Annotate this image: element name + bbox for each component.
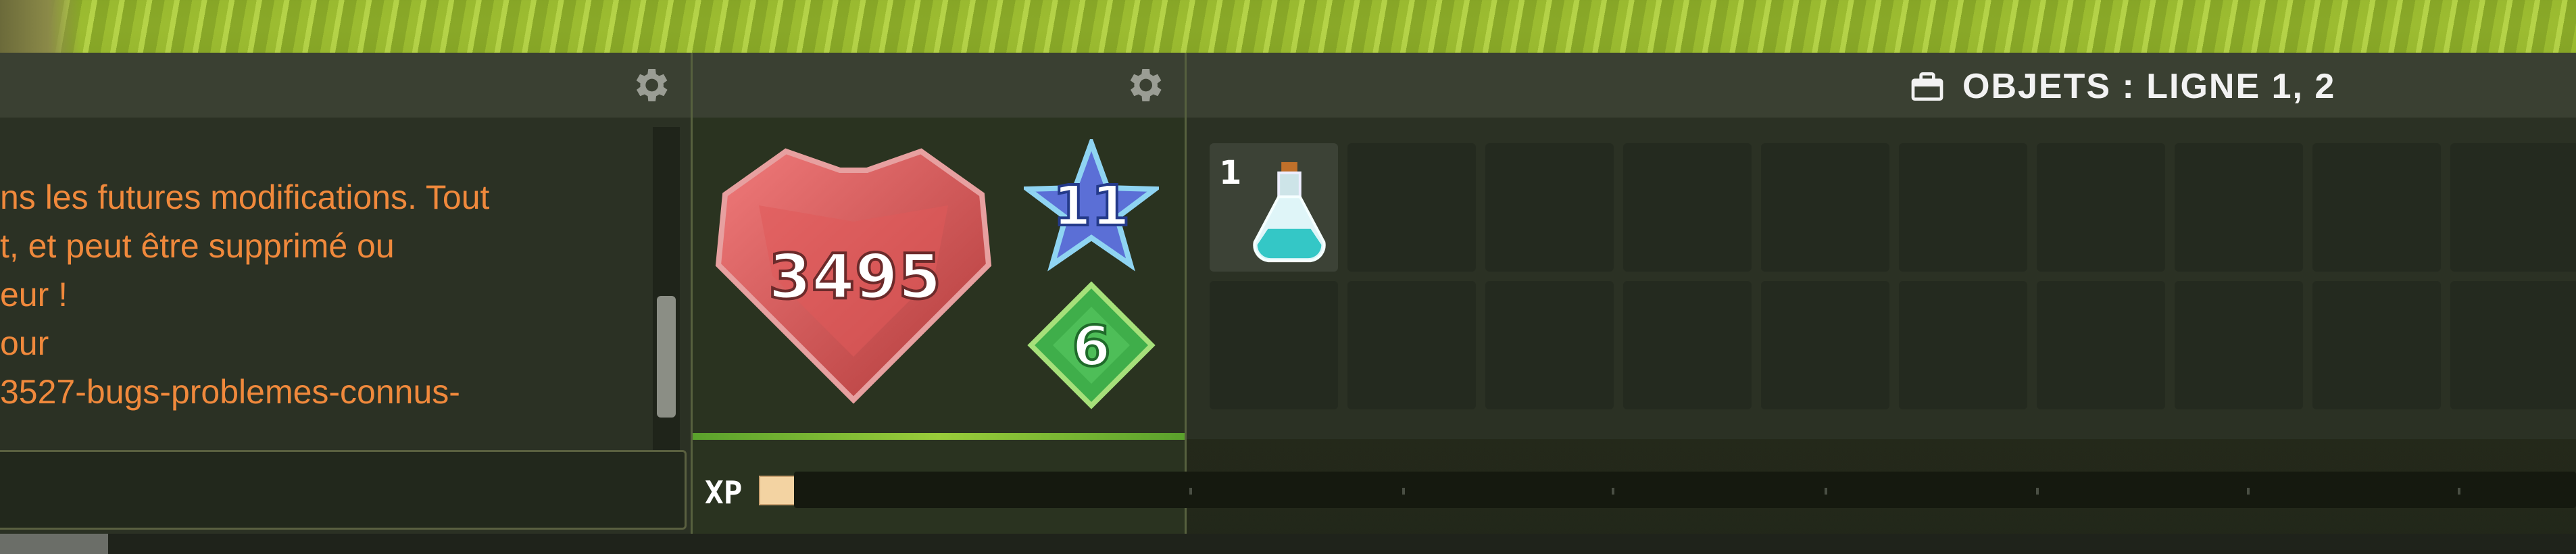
item-slot[interactable]: [1623, 281, 1752, 409]
chat-input[interactable]: [0, 450, 687, 530]
level-value: 11: [1051, 173, 1131, 240]
item-slot[interactable]: [2175, 143, 2303, 272]
items-panel: OBJETS : LIGNE 1, 2 1: [1187, 53, 2576, 439]
xp-label: XP: [705, 474, 743, 511]
bottom-strip: [0, 534, 2576, 554]
xp-tick: [1612, 488, 1614, 495]
game-world-background: [0, 0, 2576, 54]
item-count: 1: [1219, 154, 1242, 192]
item-slot-grid: 1: [1210, 143, 2576, 409]
xp-tick: [1825, 488, 1827, 495]
chat-link-line[interactable]: 3527-bugs-problemes-connus-: [0, 368, 649, 416]
items-title: OBJETS : LIGNE 1, 2: [1908, 67, 2336, 106]
item-slot[interactable]: [1210, 281, 1338, 409]
item-slot[interactable]: [2037, 281, 2165, 409]
chat-panel: ns les futures modifications. Tout t, et…: [0, 53, 693, 534]
item-slot[interactable]: [2450, 143, 2576, 272]
item-slot[interactable]: [2450, 281, 2576, 409]
chat-line: our: [0, 324, 49, 362]
xp-tick: [1402, 488, 1405, 495]
item-slot[interactable]: [1899, 143, 2027, 272]
item-slot[interactable]: [2312, 143, 2441, 272]
item-slot[interactable]: [2037, 143, 2165, 272]
xp-bar: XP: [693, 440, 2576, 534]
item-slot[interactable]: 1: [1210, 143, 1338, 272]
items-panel-header: OBJETS : LIGNE 1, 2: [1187, 53, 2576, 118]
gem-value: 6: [1070, 313, 1112, 380]
xp-tick: [1189, 488, 1192, 495]
item-slot[interactable]: [1347, 281, 1476, 409]
xp-tick: [2458, 488, 2460, 495]
item-slot[interactable]: [2312, 281, 2441, 409]
item-slot[interactable]: [1347, 143, 1476, 272]
potion-icon: [1253, 161, 1326, 263]
stats-health-bar: [693, 433, 1185, 440]
xp-tick: [2036, 488, 2039, 495]
stats-panel-header: [693, 53, 1185, 118]
item-slot[interactable]: [1485, 281, 1614, 409]
health-value: 3495: [767, 239, 943, 314]
gear-icon[interactable]: [1122, 64, 1166, 107]
chat-line: t, et peut être supprimé ou: [0, 227, 395, 265]
item-slot[interactable]: [1623, 143, 1752, 272]
item-slot[interactable]: [1761, 281, 1889, 409]
chat-messages: ns les futures modifications. Tout t, et…: [0, 173, 649, 416]
bottom-tab[interactable]: [0, 534, 108, 554]
xp-scroll-icon: [759, 476, 795, 505]
item-slot[interactable]: [1485, 143, 1614, 272]
item-slot[interactable]: [1761, 143, 1889, 272]
item-slot[interactable]: [2175, 281, 2303, 409]
xp-tick: [2247, 488, 2250, 495]
chat-scrollbar-thumb[interactable]: [657, 296, 676, 418]
items-title-text: OBJETS : LIGNE 1, 2: [1962, 67, 2336, 106]
gear-icon[interactable]: [628, 64, 672, 107]
xp-progress-track[interactable]: [794, 472, 2576, 508]
game-world-tree-trunk: [0, 0, 81, 54]
chat-line: eur !: [0, 276, 68, 313]
chat-panel-header: [0, 53, 691, 118]
item-slot[interactable]: [1899, 281, 2027, 409]
briefcase-icon: [1911, 72, 1943, 101]
chat-line: ns les futures modifications. Tout: [0, 178, 490, 216]
